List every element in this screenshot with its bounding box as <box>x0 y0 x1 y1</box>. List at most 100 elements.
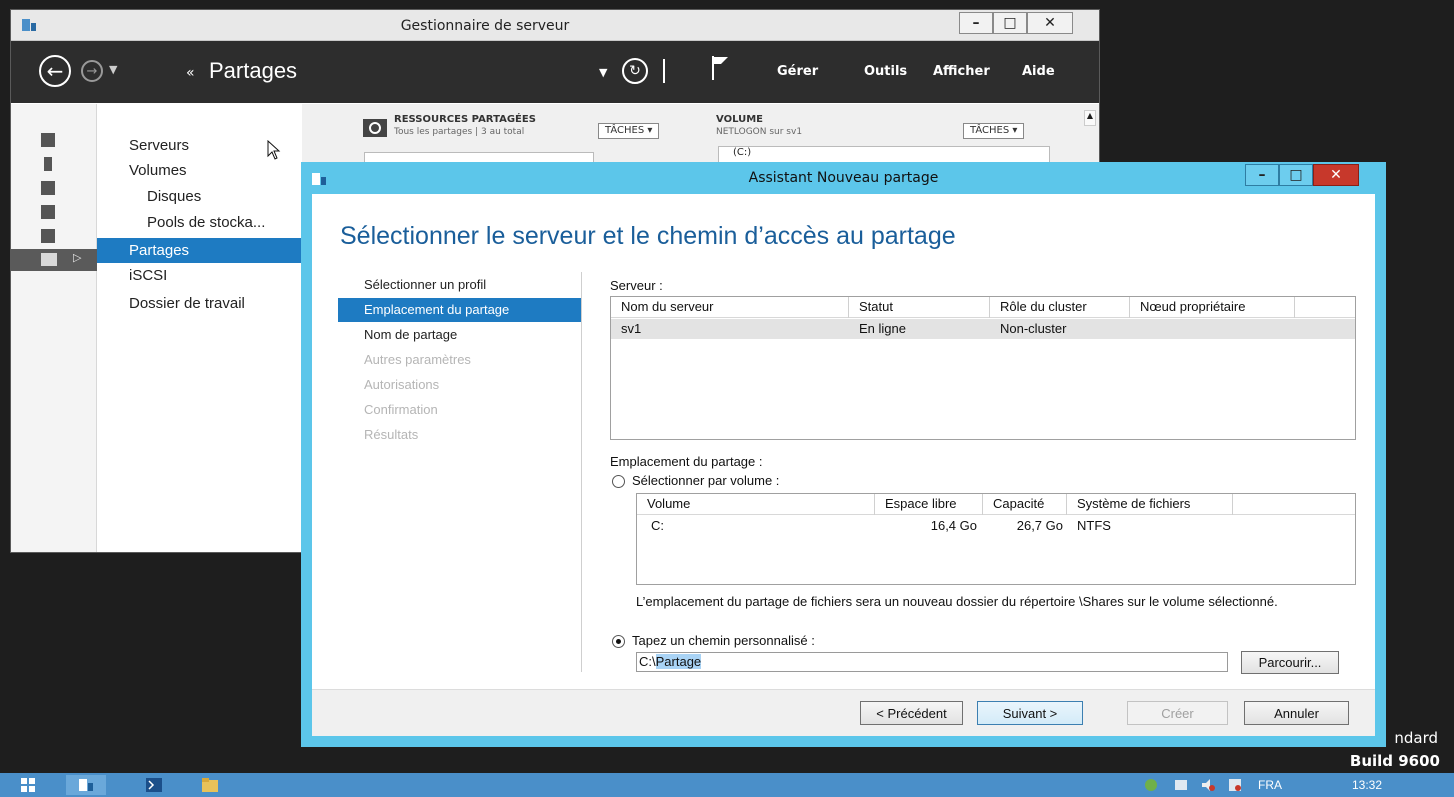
history-dropdown-icon[interactable]: ▼ <box>109 63 117 76</box>
column-volume[interactable]: Volume <box>637 494 875 515</box>
previous-button[interactable]: < Précédent <box>860 701 963 725</box>
volume-row[interactable]: C: 16,4 Go 26,7 Go NTFS <box>637 516 1355 536</box>
server-manager-icon-rail: ▷ <box>11 104 97 552</box>
custom-path-input[interactable]: C:\Partage <box>636 652 1228 672</box>
menu-tools[interactable]: Outils <box>864 64 907 79</box>
start-button[interactable] <box>8 775 48 795</box>
location-label: Emplacement du partage : <box>610 454 763 469</box>
nav-storage-pools[interactable]: Pools de stocka... <box>97 210 302 235</box>
cell-status: En ligne <box>859 321 906 336</box>
nav-work-folders[interactable]: Dossier de travail <box>97 291 302 316</box>
nav-iscsi[interactable]: iSCSI <box>97 263 302 288</box>
menu-manage[interactable]: Gérer <box>777 64 818 79</box>
column-cluster-role[interactable]: Rôle du cluster <box>990 297 1130 318</box>
step-share-location[interactable]: Emplacement du partage <box>338 298 581 322</box>
wizard-close-button[interactable]: ✕ <box>1313 164 1359 186</box>
radio-select-by-volume[interactable] <box>612 475 625 488</box>
forward-arrow-icon[interactable]: → <box>81 60 103 82</box>
volume-grid-header: Volume Espace libre Capacité Système de … <box>637 494 1355 515</box>
column-free-space[interactable]: Espace libre <box>875 494 983 515</box>
wizard-window-controls: – □ ✕ <box>1245 164 1359 186</box>
page-title: Partages <box>209 58 298 83</box>
wizard-title: Assistant Nouveau partage <box>748 170 939 186</box>
wizard-footer: < Précédent Suivant > Créer Annuler <box>312 689 1375 736</box>
file-storage-row-selected[interactable]: ▷ <box>11 249 97 271</box>
shared-resources-icon <box>363 119 387 137</box>
path-selected-text: Partage <box>655 654 702 669</box>
location-note: L’emplacement du partage de fichiers ser… <box>636 594 1278 609</box>
maximize-button[interactable]: □ <box>993 12 1027 34</box>
volume-subtitle: NETLOGON sur sv1 <box>716 127 803 137</box>
server-row[interactable]: sv1 En ligne Non-cluster <box>611 319 1355 339</box>
volume-grid: Volume Espace libre Capacité Système de … <box>636 493 1356 585</box>
server-manager-header-bar: ← → ▼ « Partages ▼ ↻ Gérer Outils Affich… <box>11 41 1099 103</box>
wizard-heading: Sélectionner le serveur et le chemin d’a… <box>340 222 956 250</box>
dashboard-icon[interactable] <box>41 133 55 147</box>
volume-tasks-dropdown[interactable]: TÂCHES ▾ <box>963 123 1025 139</box>
wizard-steps: Sélectionner un profil Emplacement du pa… <box>338 272 582 672</box>
local-server-icon[interactable] <box>44 157 52 171</box>
taskbar-file-explorer[interactable] <box>190 775 230 795</box>
shared-resources-subtitle: Tous les partages | 3 au total <box>394 127 525 137</box>
expand-arrow-icon: ▷ <box>73 251 82 264</box>
tray-security-icon[interactable] <box>1144 778 1158 792</box>
column-owner-node[interactable]: Nœud propriétaire <box>1130 297 1295 318</box>
all-servers-icon[interactable] <box>41 181 55 195</box>
shares-tasks-dropdown[interactable]: TÂCHES ▾ <box>598 123 660 139</box>
iis-icon[interactable] <box>41 229 55 243</box>
server-manager-title: Gestionnaire de serveur <box>400 18 570 34</box>
tray-action-center-icon[interactable] <box>1228 778 1242 792</box>
column-status[interactable]: Statut <box>849 297 990 318</box>
nav-shares[interactable]: Partages <box>97 238 302 263</box>
tray-network-icon[interactable] <box>1174 778 1188 792</box>
menu-view[interactable]: Afficher <box>933 64 990 79</box>
scrollbar-up-icon[interactable]: ▲ <box>1084 110 1096 126</box>
next-button[interactable]: Suivant > <box>977 701 1083 725</box>
taskbar-server-manager[interactable] <box>66 775 106 795</box>
cell-capacity: 26,7 Go <box>1016 518 1063 533</box>
cell-volume: C: <box>651 518 664 533</box>
wizard-titlebar: Assistant Nouveau partage – □ ✕ <box>301 162 1386 194</box>
menu-help[interactable]: Aide <box>1022 64 1055 79</box>
column-server-name[interactable]: Nom du serveur <box>611 297 849 318</box>
tray-volume-icon[interactable] <box>1201 778 1215 792</box>
desktop-edition-text: ndard <box>1394 729 1438 747</box>
option-select-by-volume-label[interactable]: Sélectionner par volume : <box>632 473 779 488</box>
folder-icon <box>202 778 218 792</box>
breadcrumb-chevron-icon: « <box>186 65 195 81</box>
server-manager-titlebar: Gestionnaire de serveur – □ ✕ <box>11 10 1099 41</box>
path-prefix: C:\ <box>639 654 656 669</box>
server-manager-window-controls: – □ ✕ <box>959 12 1073 34</box>
step-other-settings: Autres paramètres <box>364 352 471 367</box>
wizard-minimize-button[interactable]: – <box>1245 164 1279 186</box>
tasks-label: TÂCHES <box>605 125 645 136</box>
browse-button[interactable]: Parcourir... <box>1241 651 1339 674</box>
taskbar: FRA 13:32 <box>0 773 1454 797</box>
radio-custom-path[interactable] <box>612 635 625 648</box>
cancel-button[interactable]: Annuler <box>1244 701 1349 725</box>
refresh-icon[interactable]: ↻ <box>622 58 648 84</box>
close-button[interactable]: ✕ <box>1027 12 1073 34</box>
dropdown-icon[interactable]: ▼ <box>599 66 607 79</box>
tray-clock[interactable]: 13:32 <box>1352 778 1382 792</box>
back-arrow-icon[interactable]: ← <box>39 55 71 87</box>
step-select-profile[interactable]: Sélectionner un profil <box>338 273 581 297</box>
column-capacity[interactable]: Capacité <box>983 494 1067 515</box>
step-share-name[interactable]: Nom de partage <box>338 323 581 347</box>
nav-disks[interactable]: Disques <box>97 184 302 209</box>
wizard-body: Sélectionner le serveur et le chemin d’a… <box>312 194 1375 736</box>
file-services-icon[interactable] <box>41 205 55 219</box>
cell-cluster-role: Non-cluster <box>1000 321 1067 336</box>
option-custom-path-label[interactable]: Tapez un chemin personnalisé : <box>632 633 815 648</box>
column-file-system[interactable]: Système de fichiers <box>1067 494 1233 515</box>
cell-file-system: NTFS <box>1077 518 1111 533</box>
cell-server-name: sv1 <box>621 321 642 336</box>
tray-language[interactable]: FRA <box>1258 778 1282 792</box>
notifications-flag-icon[interactable] <box>711 55 729 81</box>
step-results: Résultats <box>364 427 419 442</box>
minimize-button[interactable]: – <box>959 12 993 34</box>
wizard-maximize-button[interactable]: □ <box>1279 164 1313 186</box>
server-manager-nav: Serveurs Volumes Disques Pools de stocka… <box>97 104 302 552</box>
taskbar-powershell[interactable] <box>134 775 174 795</box>
mouse-cursor-icon <box>267 140 281 160</box>
